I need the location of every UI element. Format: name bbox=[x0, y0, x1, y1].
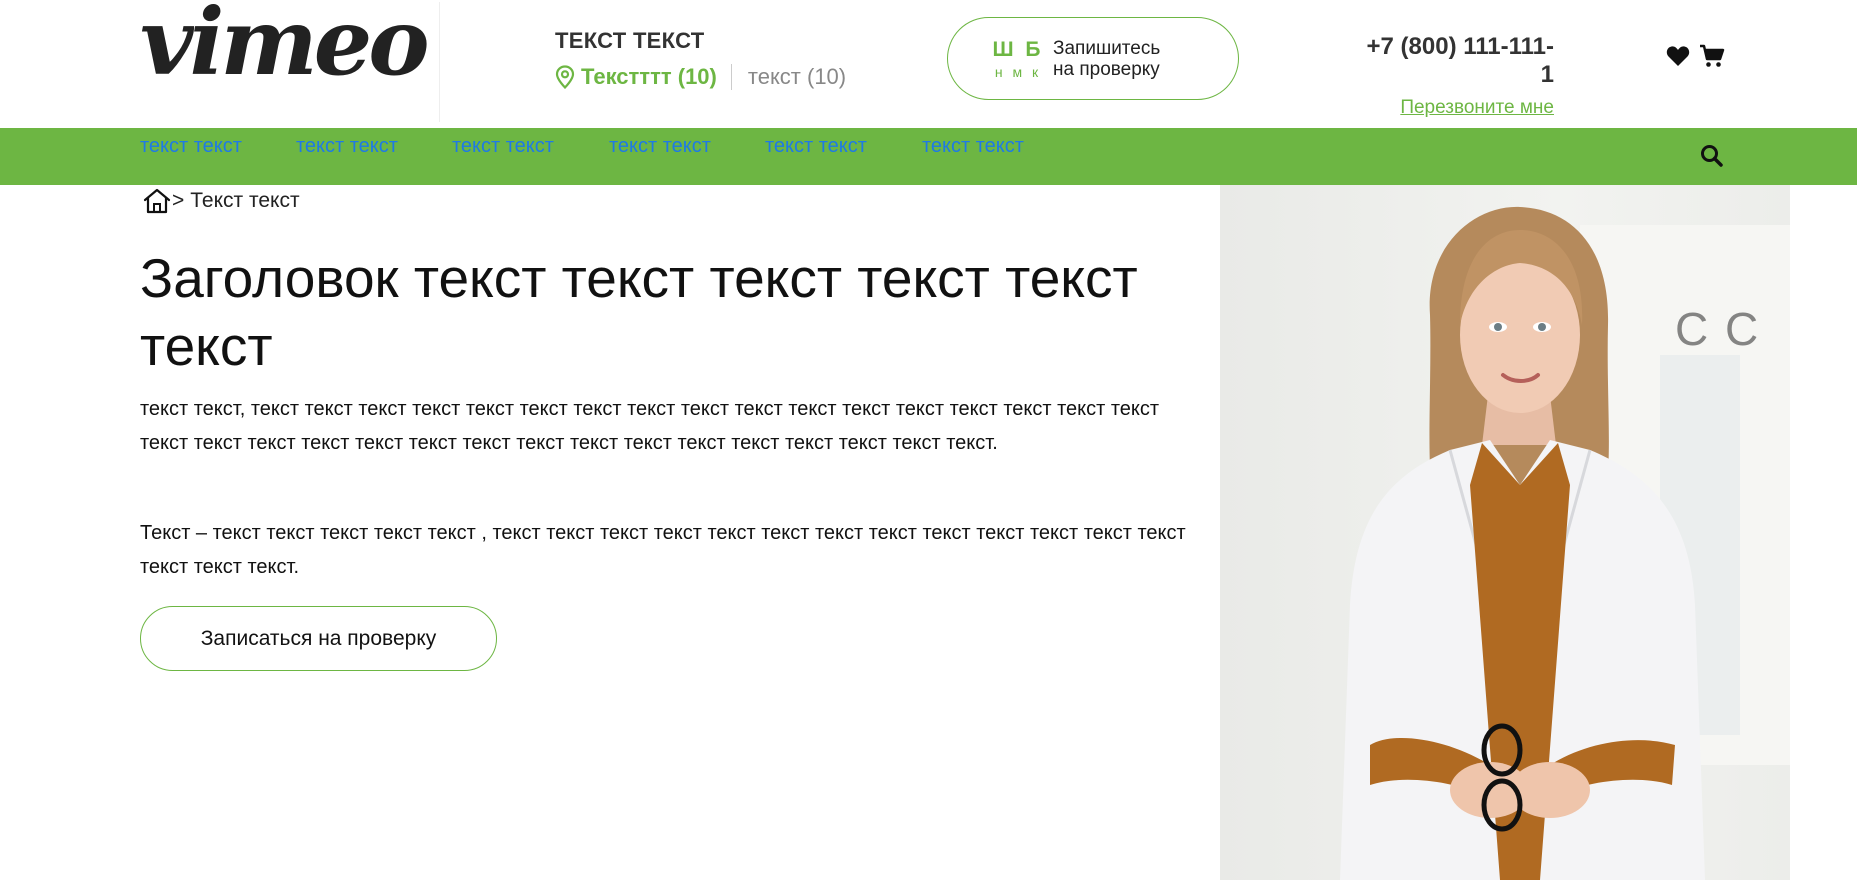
book-checkup-button[interactable]: Записаться на проверку bbox=[140, 606, 497, 671]
location-pin-icon bbox=[555, 65, 575, 89]
signup-text: Запишитесь на проверку bbox=[1053, 38, 1160, 80]
cart-icon[interactable] bbox=[1699, 44, 1725, 68]
main-nav: текст текст текст текст текст текст текс… bbox=[0, 128, 1857, 185]
nav-item-5[interactable]: текст текст bbox=[765, 135, 867, 158]
heart-icon[interactable] bbox=[1666, 45, 1690, 67]
page-title: Заголовок текст текст текст текст текст … bbox=[140, 247, 1138, 377]
nav-item-1[interactable]: текст текст bbox=[140, 135, 242, 158]
svg-text:C: C bbox=[1725, 303, 1758, 355]
secondary-paragraph: Текст – текст текст текст текст текст , … bbox=[140, 522, 1186, 578]
location-row: Текстттт (10) текст (10) bbox=[555, 61, 855, 93]
breadcrumb-separator: > bbox=[172, 189, 185, 212]
doctor-illustration: C C bbox=[1340, 206, 1790, 880]
nav-item-3[interactable]: текст текст bbox=[452, 135, 554, 158]
home-icon[interactable] bbox=[142, 188, 172, 214]
site-header: vimeo ТЕКСТ ТЕКСТ Текстттт (10) текст (1… bbox=[0, 0, 1857, 128]
signup-letters-bottom: н м к bbox=[994, 63, 1042, 80]
signup-letters: Ш Б н м к bbox=[991, 38, 1045, 80]
location-title: ТЕКСТ ТЕКСТ bbox=[555, 28, 705, 53]
intro-paragraph: текст текст, текст текст текст текст тек… bbox=[140, 398, 1160, 454]
logo-text: vimeo bbox=[140, 0, 430, 96]
signup-letters-top: Ш Б bbox=[992, 37, 1044, 61]
site-logo[interactable]: vimeo bbox=[140, 0, 440, 122]
breadcrumb: > Текст текст bbox=[142, 188, 300, 214]
location-active-link[interactable]: Текстттт (10) bbox=[555, 64, 732, 90]
location-other-link[interactable]: текст (10) bbox=[732, 64, 846, 90]
search-icon[interactable] bbox=[1700, 144, 1723, 167]
nav-item-6[interactable]: текст текст bbox=[922, 135, 1024, 158]
location-block: ТЕКСТ ТЕКСТ Текстттт (10) текст (10) bbox=[555, 28, 855, 93]
signup-header-button[interactable]: Ш Б н м к Запишитесь на проверку bbox=[947, 17, 1239, 100]
callback-link[interactable]: Перезвоните мне bbox=[1400, 97, 1554, 119]
breadcrumb-current: Текст текст bbox=[190, 189, 300, 212]
phone-block: +7 (800) 111-111-1 Перезвоните мне bbox=[1354, 33, 1555, 119]
hero-photo: C C bbox=[1220, 185, 1790, 880]
svg-text:C: C bbox=[1675, 303, 1708, 355]
signup-line2: на проверку bbox=[1053, 58, 1160, 80]
phone-number[interactable]: +7 (800) 111-111-1 bbox=[1354, 33, 1555, 89]
nav-item-2[interactable]: текст текст bbox=[296, 135, 398, 158]
signup-line1: Запишитесь bbox=[1053, 37, 1161, 59]
location-active-label: Текстттт (10) bbox=[581, 64, 717, 89]
nav-item-4[interactable]: текст текст bbox=[609, 135, 711, 158]
